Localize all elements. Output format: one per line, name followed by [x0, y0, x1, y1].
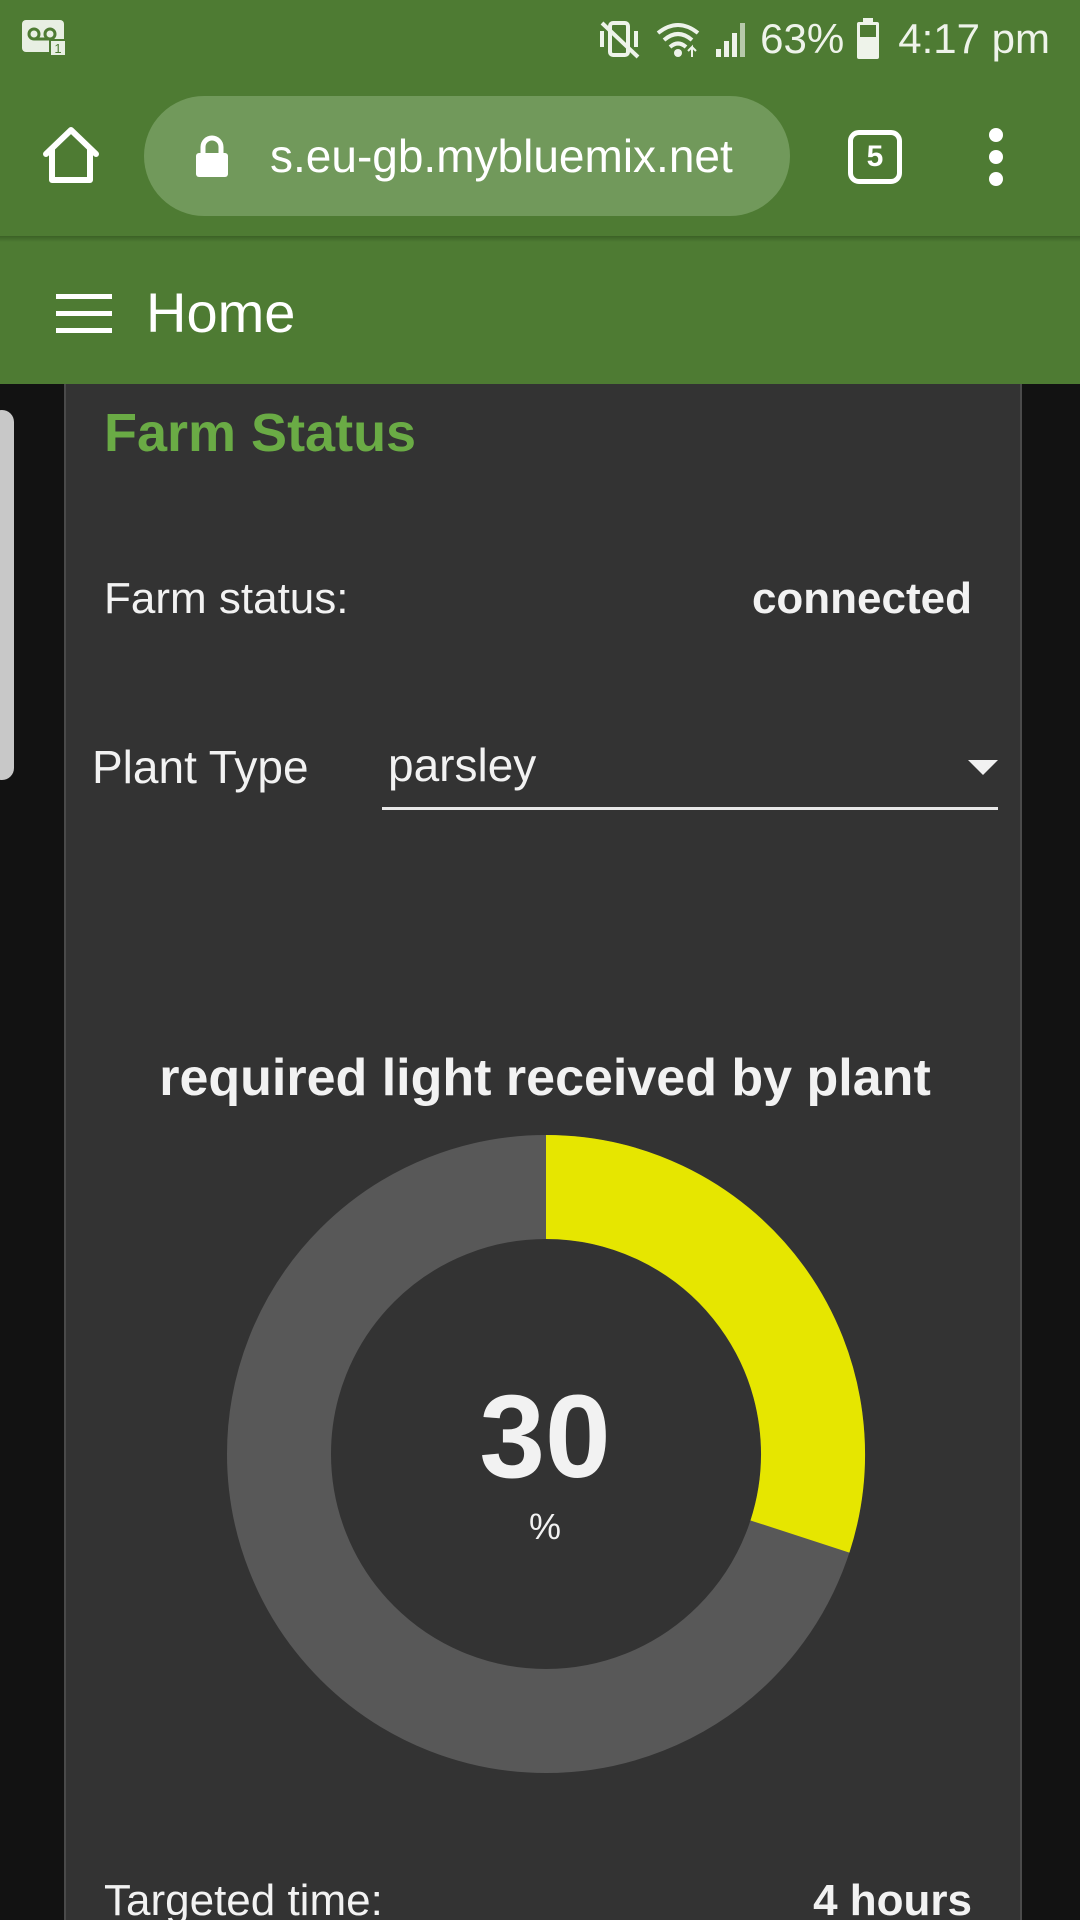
hamburger-menu-icon[interactable]: [56, 294, 112, 334]
voicemail-icon: 1: [22, 20, 67, 56]
farm-status-label: Farm status:: [104, 574, 349, 623]
card-title: Farm Status: [104, 403, 417, 463]
app-bar: Home: [0, 242, 1080, 384]
plant-type-value[interactable]: parsley: [388, 738, 536, 792]
drawer-edge-handle[interactable]: [0, 410, 14, 780]
battery-percent: 63%: [760, 15, 845, 62]
svg-text:1: 1: [54, 41, 61, 56]
signal-icon: [716, 23, 746, 57]
donut-value: 30: [479, 1371, 611, 1503]
battery-icon: [857, 18, 880, 59]
donut-unit: %: [528, 1506, 561, 1547]
url-bar[interactable]: s.eu-gb.mybluemix.net: [144, 96, 790, 216]
url-text[interactable]: s.eu-gb.mybluemix.net: [270, 96, 770, 216]
targeted-time-label: Targeted time:: [104, 1876, 383, 1920]
dropdown-arrow-icon[interactable]: [968, 760, 998, 775]
status-bar: 1 63% 4:17 pm: [0, 0, 1080, 78]
chart-title: required light received by plant: [159, 1049, 931, 1107]
browser-toolbar: s.eu-gb.mybluemix.net 5: [0, 78, 1080, 238]
page-title: Home: [146, 281, 296, 344]
more-options-icon[interactable]: [980, 128, 1012, 188]
clock: 4:17 pm: [898, 15, 1050, 62]
farm-status-card: Farm Status Farm status: connected Plant…: [64, 384, 1022, 1920]
home-icon[interactable]: [40, 124, 102, 186]
tab-switcher-button[interactable]: 5: [848, 130, 902, 184]
plant-type-label: Plant Type: [92, 741, 309, 793]
mute-vibrate-icon: [600, 21, 640, 59]
targeted-time-value: 4 hours: [813, 1876, 972, 1920]
plant-type-select[interactable]: parsley: [382, 724, 998, 810]
farm-status-value: connected: [751, 574, 972, 623]
wifi-icon: [656, 23, 700, 57]
lock-icon: [196, 135, 228, 177]
